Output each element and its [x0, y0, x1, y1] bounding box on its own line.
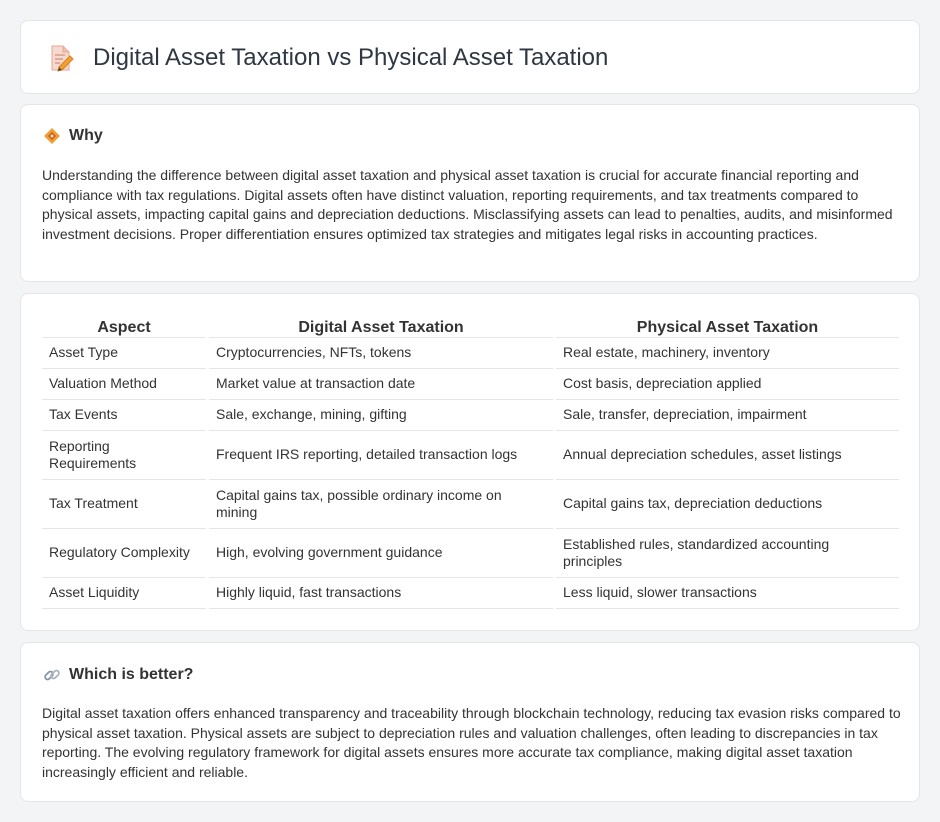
comparison-card: Aspect Digital Asset Taxation Physical A…	[20, 293, 920, 631]
diamond-icon	[44, 128, 60, 144]
title-card: Digital Asset Taxation vs Physical Asset…	[20, 20, 920, 94]
better-card: Which is better? Digital asset taxation …	[20, 642, 920, 802]
title-row: Digital Asset Taxation vs Physical Asset…	[45, 43, 608, 73]
why-title: Why	[69, 127, 103, 144]
why-header: Why	[43, 127, 103, 145]
comparison-table: Aspect Digital Asset Taxation Physical A…	[42, 316, 899, 609]
header-physical: Physical Asset Taxation	[556, 316, 899, 338]
header-aspect: Aspect	[42, 316, 206, 338]
table-row: Valuation Method Market value at transac…	[42, 369, 899, 400]
page-title: Digital Asset Taxation vs Physical Asset…	[93, 44, 609, 71]
table-cell-digital: Market value at transaction date	[209, 369, 553, 400]
table-cell-physical: Annual depreciation schedules, asset lis…	[556, 431, 899, 480]
better-text: Digital asset taxation offers enhanced t…	[42, 705, 901, 780]
table-cell-aspect: Regulatory Complexity	[42, 529, 206, 578]
table-cell-physical: Cost basis, depreciation applied	[556, 369, 899, 400]
why-text: Understanding the difference between dig…	[42, 167, 893, 242]
table-cell-digital: Frequent IRS reporting, detailed transac…	[209, 431, 553, 480]
table-row: Tax Events Sale, exchange, mining, gifti…	[42, 400, 899, 431]
header-digital: Digital Asset Taxation	[209, 316, 553, 338]
table-cell-aspect: Tax Events	[42, 400, 206, 431]
table-row: Asset Type Cryptocurrencies, NFTs, token…	[42, 338, 899, 369]
table-row: Reporting Requirements Frequent IRS repo…	[42, 431, 899, 480]
table-cell-physical: Less liquid, slower transactions	[556, 578, 899, 609]
table-cell-physical: Real estate, machinery, inventory	[556, 338, 899, 369]
table-row: Regulatory Complexity High, evolving gov…	[42, 529, 899, 578]
table-row: Tax Treatment Capital gains tax, possibl…	[42, 480, 899, 529]
table-cell-digital: Highly liquid, fast transactions	[209, 578, 553, 609]
table-cell-digital: Cryptocurrencies, NFTs, tokens	[209, 338, 553, 369]
table-cell-aspect: Asset Liquidity	[42, 578, 206, 609]
table-cell-aspect: Asset Type	[42, 338, 206, 369]
better-title: Which is better?	[69, 666, 194, 683]
better-header: Which is better?	[43, 666, 193, 684]
table-cell-aspect: Valuation Method	[42, 369, 206, 400]
table-cell-aspect: Reporting Requirements	[42, 431, 206, 480]
why-card: Why Understanding the difference between…	[20, 104, 920, 282]
document-pen-icon	[51, 45, 74, 72]
table-cell-physical: Established rules, standardized accounti…	[556, 529, 899, 578]
link-icon	[44, 669, 60, 681]
table-cell-digital: Capital gains tax, possible ordinary inc…	[209, 480, 553, 529]
table-header-row: Aspect Digital Asset Taxation Physical A…	[42, 316, 899, 338]
table-row: Asset Liquidity Highly liquid, fast tran…	[42, 578, 899, 609]
table-cell-digital: High, evolving government guidance	[209, 529, 553, 578]
table-cell-aspect: Tax Treatment	[42, 480, 206, 529]
table-cell-physical: Sale, transfer, depreciation, impairment	[556, 400, 899, 431]
table-cell-physical: Capital gains tax, depreciation deductio…	[556, 480, 899, 529]
table-cell-digital: Sale, exchange, mining, gifting	[209, 400, 553, 431]
